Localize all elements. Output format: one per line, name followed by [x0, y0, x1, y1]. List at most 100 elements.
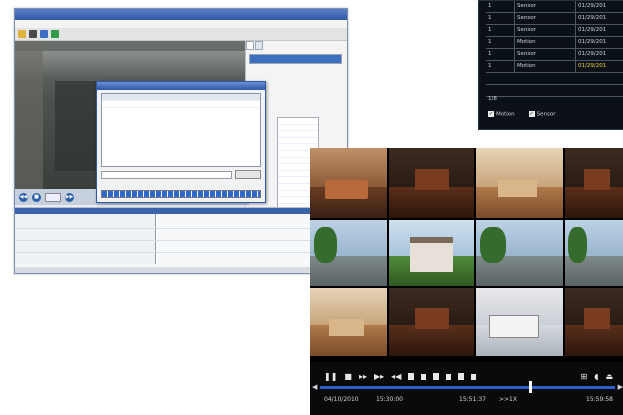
event-filters: ✓ Motion ✓ Sensor — [488, 111, 556, 118]
layout-full-icon[interactable] — [458, 373, 465, 380]
camera-tile[interactable] — [310, 220, 387, 286]
camera-tile[interactable] — [310, 288, 387, 356]
checkbox-checked-icon[interactable]: ✓ — [488, 111, 494, 117]
table-row[interactable]: 1 Sensor 01/29/201 — [486, 1, 623, 13]
camera-tile[interactable] — [389, 148, 474, 218]
backup-progress-bar — [101, 190, 261, 198]
dialog-title — [97, 82, 265, 90]
end-time: 15:59:58 — [586, 396, 613, 403]
camera-tile[interactable] — [565, 148, 623, 218]
event-time-cell: 01/29/201 — [578, 3, 607, 9]
motion-filter-label: Motion — [496, 111, 515, 118]
table-row[interactable]: 1 Sensor 01/29/201 — [486, 25, 623, 37]
camera-tile[interactable] — [476, 220, 563, 286]
save-path-input[interactable] — [101, 170, 232, 179]
layout-9-icon[interactable] — [433, 373, 440, 380]
stop-button[interactable]: ■ — [32, 192, 41, 202]
event-time-cell: 01/29/201 — [578, 39, 607, 45]
exit-icon[interactable]: ⏏ — [605, 372, 613, 381]
layout-quad-icon[interactable] — [421, 373, 427, 380]
menu-item[interactable] — [41, 21, 46, 27]
seek-right-icon[interactable]: ▶ — [618, 383, 623, 391]
empty-row — [486, 73, 623, 85]
start-time: 15:30:00 — [376, 396, 403, 403]
tab-setting[interactable] — [255, 41, 263, 50]
camera-tile[interactable] — [476, 148, 563, 218]
file-table[interactable] — [101, 93, 261, 167]
empty-row — [486, 85, 623, 97]
table-row[interactable]: 1 Motion 01/29/201 — [486, 61, 623, 73]
page-indicator: 1/8 — [488, 96, 497, 102]
event-time-cell: 01/29/201 — [578, 27, 607, 33]
step-icon[interactable]: ▸▸ — [359, 372, 367, 381]
timeline-panel[interactable] — [15, 207, 345, 270]
camera-tile[interactable] — [389, 288, 474, 356]
menu-item[interactable] — [29, 21, 34, 27]
event-ch-cell: 1 — [486, 1, 515, 12]
event-type-cell: Sensor — [515, 1, 576, 12]
fast-forward-icon[interactable]: ▶▸ — [374, 372, 384, 381]
camera-grid — [310, 148, 623, 356]
dvr-playback-screen: ❚❚ ■ ▸▸ ▶▸ ◂◀ ⊞ ◖ ⏏ ◀ ▶ 04/10/2010 15:30… — [310, 148, 623, 415]
open-folder-icon[interactable] — [18, 30, 26, 38]
audio-icon[interactable]: ◖ — [594, 372, 598, 381]
seek-left-icon[interactable]: ◀ — [312, 383, 317, 391]
current-time: 15:51:37 — [459, 396, 486, 403]
right-controls: ⊞ ◖ ⏏ — [581, 372, 613, 381]
calendar-header — [250, 55, 341, 63]
rewind-icon[interactable]: ◂◀ — [391, 372, 401, 381]
event-ch-cell: 1 — [486, 37, 515, 48]
event-ch-cell: 1 — [486, 13, 515, 24]
transport-controls: ❚❚ ■ ▸▸ ▶▸ ◂◀ — [324, 372, 477, 381]
event-list-panel: 1 Sensor 01/29/201 1 Sensor 01/29/201 1 Sensor 0… — [478, 0, 623, 130]
checkbox-checked-icon[interactable]: ✓ — [528, 111, 535, 117]
browse-button[interactable] — [235, 170, 261, 179]
table-row[interactable]: 1 Sensor 01/29/201 — [486, 13, 623, 25]
camera-tile[interactable] — [565, 220, 623, 286]
table-row[interactable]: 1 Sensor 01/29/201 — [486, 49, 623, 61]
menu-bar — [15, 20, 347, 28]
event-type-cell: Sensor — [515, 25, 576, 36]
event-ch-cell: 1 — [486, 49, 515, 60]
event-ch-cell: 1 — [486, 61, 515, 72]
window-titlebar — [15, 9, 347, 20]
menu-item[interactable] — [18, 21, 23, 27]
camera-tile[interactable] — [310, 148, 387, 218]
event-table[interactable]: 1 Sensor 01/29/201 1 Sensor 01/29/201 1 Sensor 0… — [486, 1, 623, 97]
stop-icon[interactable]: ■ — [344, 372, 352, 381]
event-type-cell: Motion — [515, 37, 576, 48]
backup-dialog — [96, 81, 266, 203]
event-ch-cell: 1 — [486, 25, 515, 36]
status-bar — [15, 267, 347, 273]
channel-list — [15, 214, 156, 264]
event-type-cell: Sensor — [515, 13, 576, 24]
motion-filter[interactable]: ✓ Motion — [488, 111, 515, 118]
table-header — [102, 94, 260, 101]
dvr-control-bar: ❚❚ ■ ▸▸ ▶▸ ◂◀ ⊞ ◖ ⏏ ◀ ▶ 04/10/2010 15:30… — [310, 362, 623, 415]
rewind-button[interactable]: ◀◀ — [19, 192, 28, 202]
seek-bar[interactable]: ◀ ▶ — [312, 381, 623, 393]
toolbar — [15, 28, 347, 41]
event-time-cell: 01/29/201 — [578, 51, 607, 57]
pause-icon[interactable]: ❚❚ — [324, 372, 337, 381]
event-time-cell: 01/29/201 — [578, 15, 607, 21]
camera-icon[interactable] — [29, 30, 37, 38]
sequence-icon[interactable] — [471, 373, 477, 380]
camera-tile[interactable] — [389, 220, 474, 286]
layout-16-icon[interactable] — [446, 373, 452, 380]
zoom-icon[interactable]: ⊞ — [581, 372, 588, 381]
layout-single-icon[interactable] — [408, 373, 415, 380]
save-icon[interactable] — [40, 30, 48, 38]
camera-tile[interactable] — [476, 288, 563, 356]
table-row[interactable]: 1 Motion 01/29/201 — [486, 37, 623, 49]
fast-forward-button[interactable]: ▶▶ — [65, 192, 74, 202]
seek-handle[interactable] — [529, 381, 533, 393]
tab-search[interactable] — [246, 41, 254, 50]
refresh-icon[interactable] — [51, 30, 59, 38]
sensor-filter[interactable]: ✓ Sensor — [528, 111, 556, 118]
calendar[interactable] — [249, 54, 342, 64]
camera-tile[interactable] — [565, 288, 623, 356]
playback-speed: >>1X — [499, 396, 517, 403]
snapshot-button[interactable] — [45, 192, 61, 202]
table-row[interactable] — [102, 101, 260, 108]
